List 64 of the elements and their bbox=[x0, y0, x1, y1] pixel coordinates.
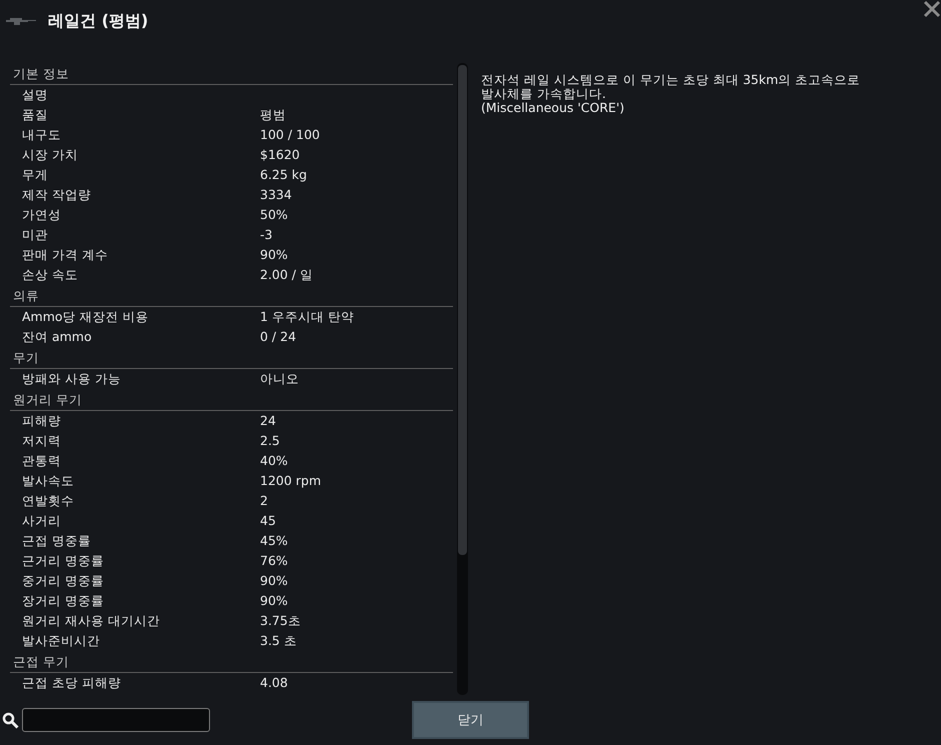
stat-label[interactable]: 관통력 bbox=[22, 451, 260, 471]
stat-value: 50% bbox=[260, 206, 288, 224]
stat-value: 1200 rpm bbox=[260, 472, 322, 490]
stat-label[interactable]: 설명 bbox=[22, 85, 260, 105]
stat-value: 6.25 kg bbox=[260, 166, 307, 184]
stat-label[interactable]: 내구도 bbox=[22, 125, 260, 145]
stat-label[interactable]: Ammo당 재장전 비용 bbox=[22, 307, 260, 327]
stat-label[interactable]: 무게 bbox=[22, 165, 260, 185]
search-icon bbox=[2, 712, 19, 728]
stat-value: 평범 bbox=[260, 106, 286, 124]
section-header: 원거리 무기 bbox=[10, 389, 453, 411]
stat-value: 1 우주시대 탄약 bbox=[260, 308, 354, 326]
stat-value: 4.08 bbox=[260, 674, 288, 692]
stat-label[interactable]: 장거리 명중률 bbox=[22, 591, 260, 611]
section-header: 무기 bbox=[10, 347, 453, 369]
stat-value: 40% bbox=[260, 452, 288, 470]
stat-label[interactable]: 제작 작업량 bbox=[22, 185, 260, 205]
stat-label[interactable]: 발사준비시간 bbox=[22, 631, 260, 651]
stat-value: 0 / 24 bbox=[260, 328, 296, 346]
stat-label[interactable]: 손상 속도 bbox=[22, 265, 260, 285]
stat-label[interactable]: 가연성 bbox=[22, 205, 260, 225]
stat-label[interactable]: 연발횟수 bbox=[22, 491, 260, 511]
stat-label[interactable]: 저지력 bbox=[22, 431, 260, 451]
stat-value: 3.5 초 bbox=[260, 632, 297, 650]
stat-label[interactable]: 판매 가격 계수 bbox=[22, 245, 260, 265]
stat-label[interactable]: 중거리 명중률 bbox=[22, 571, 260, 591]
description-text: 전자석 레일 시스템으로 이 무기는 초당 최대 35km의 초고속으로 발사체를 가속합니다. (Miscellaneous 'CORE') bbox=[480, 71, 862, 117]
stat-label[interactable]: 원거리 재사용 대기시간 bbox=[22, 611, 260, 631]
stat-label[interactable]: 사거리 bbox=[22, 511, 260, 531]
scrollbar[interactable] bbox=[457, 63, 468, 695]
stat-value: 2.00 / 일 bbox=[260, 266, 313, 284]
stat-value: 90% bbox=[260, 572, 288, 590]
section-header: 기본 정보 bbox=[10, 63, 453, 85]
stat-label[interactable]: 시장 가치 bbox=[22, 145, 260, 165]
stat-label[interactable]: 발사속도 bbox=[22, 471, 260, 491]
stat-value: -3 bbox=[260, 226, 272, 244]
stat-label[interactable]: 품질 bbox=[22, 105, 260, 125]
stat-value: 아니오 bbox=[260, 370, 299, 388]
stat-value: 45 bbox=[260, 512, 276, 530]
stat-value: 24 bbox=[260, 412, 276, 430]
stat-value: 45% bbox=[260, 532, 288, 550]
window-title: 레일건 (평범) bbox=[48, 10, 148, 32]
stat-label[interactable]: 미관 bbox=[22, 225, 260, 245]
stat-value: 2 bbox=[260, 492, 268, 510]
stat-label[interactable]: 근접 초당 피해량 bbox=[22, 673, 260, 693]
stat-value: 3.75초 bbox=[260, 612, 301, 630]
stat-label[interactable]: 방패와 사용 가능 bbox=[22, 369, 260, 389]
stat-label[interactable]: 근접 명중률 bbox=[22, 531, 260, 551]
stat-value: 90% bbox=[260, 246, 288, 264]
search-field[interactable] bbox=[22, 708, 210, 732]
stat-value: $1620 bbox=[260, 146, 300, 164]
close-icon[interactable] bbox=[923, 0, 941, 18]
section-header: 근접 무기 bbox=[10, 651, 453, 673]
stat-value: 100 / 100 bbox=[260, 126, 320, 144]
stat-value: 3334 bbox=[260, 186, 292, 204]
stat-value: 2.5 bbox=[260, 432, 280, 450]
stat-value: 76% bbox=[260, 552, 288, 570]
close-button[interactable]: 닫기 bbox=[412, 701, 529, 739]
stat-value: 90% bbox=[260, 592, 288, 610]
gun-icon bbox=[6, 17, 36, 25]
stat-label[interactable]: 피해량 bbox=[22, 411, 260, 431]
stat-label[interactable]: 근거리 명중률 bbox=[22, 551, 260, 571]
section-header: 의류 bbox=[10, 285, 453, 307]
stat-label[interactable]: 잔여 ammo bbox=[22, 327, 260, 347]
